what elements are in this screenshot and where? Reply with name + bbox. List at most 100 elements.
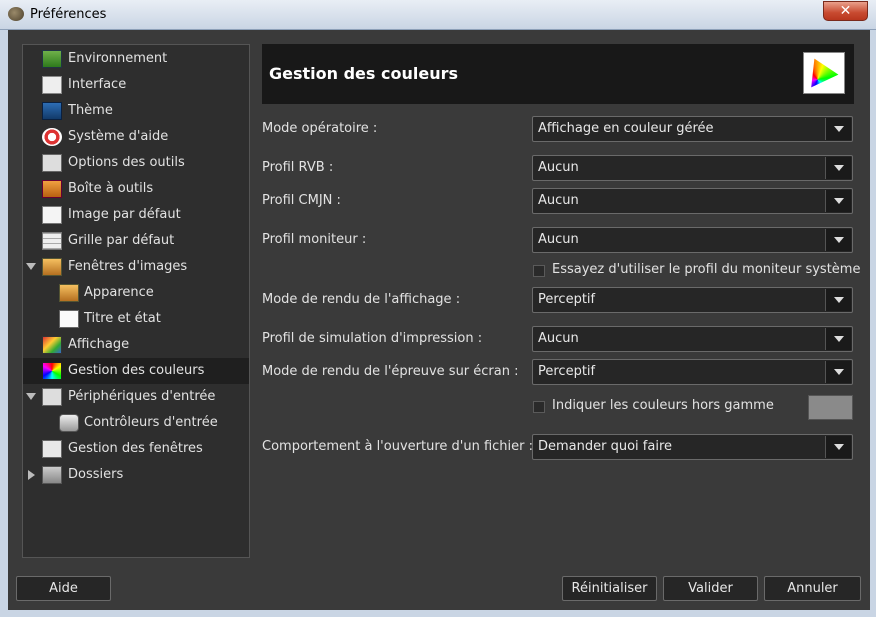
rgb-profile-label: Profil RVB : xyxy=(262,160,334,175)
mode-combo[interactable]: Affichage en couleur gérée xyxy=(532,116,853,142)
file-open-behaviour-dropdown-button[interactable] xyxy=(825,436,851,458)
display-render-label: Mode de rendu de l'affichage : xyxy=(262,292,461,307)
toolbox-icon xyxy=(42,180,62,198)
out-of-gamut-checkbox[interactable] xyxy=(533,401,545,413)
page-title: Gestion des couleurs xyxy=(269,64,458,83)
sidebar-item-theme[interactable]: Thème xyxy=(23,98,249,124)
sidebar-item-label: Affichage xyxy=(68,337,130,352)
sidebar-item-label: Gestion des couleurs xyxy=(68,363,205,378)
sidebar-item-label: Thème xyxy=(68,103,113,118)
input-controllers-icon xyxy=(59,414,79,432)
expander-open-icon[interactable] xyxy=(26,263,36,270)
rgb-profile-combo[interactable]: Aucun xyxy=(532,155,853,181)
display-render-combo[interactable]: Perceptif xyxy=(532,287,853,313)
system-monitor-profile-checkbox[interactable] xyxy=(533,265,545,277)
chevron-down-icon xyxy=(834,297,844,303)
chevron-down-icon xyxy=(834,126,844,132)
gimp-app-icon xyxy=(8,7,24,21)
softproof-render-dropdown-button[interactable] xyxy=(825,361,851,383)
print-simulation-combo[interactable]: Aucun xyxy=(532,326,853,352)
monitor-profile-label: Profil moniteur : xyxy=(262,232,367,247)
folders-icon xyxy=(42,466,62,484)
chevron-down-icon xyxy=(834,444,844,450)
out-of-gamut-label: Indiquer les couleurs hors gamme xyxy=(552,398,774,413)
expander-closed-icon[interactable] xyxy=(28,470,35,480)
sidebar-item-color-management[interactable]: Gestion des couleurs xyxy=(23,358,249,384)
appearance-icon xyxy=(59,284,79,302)
sidebar-item-interface[interactable]: Interface xyxy=(23,72,249,98)
cmyk-profile-dropdown-button[interactable] xyxy=(825,190,851,212)
title-status-icon xyxy=(59,310,79,328)
sidebar-item-folders[interactable]: Dossiers xyxy=(23,462,249,488)
default-grid-icon xyxy=(42,232,62,250)
sidebar-item-window-management[interactable]: Gestion des fenêtres xyxy=(23,436,249,462)
title-bar: Préférences ✕ xyxy=(0,0,876,30)
chevron-down-icon xyxy=(834,369,844,375)
file-open-behaviour-combo[interactable]: Demander quoi faire xyxy=(532,434,853,460)
default-image-icon xyxy=(42,206,62,224)
input-devices-icon xyxy=(42,388,62,406)
print-simulation-dropdown-button[interactable] xyxy=(825,328,851,350)
rgb-profile-value: Aucun xyxy=(538,160,579,175)
chevron-down-icon xyxy=(834,237,844,243)
ok-button[interactable]: Valider xyxy=(663,576,758,601)
sidebar-item-default-image[interactable]: Image par défaut xyxy=(23,202,249,228)
sidebar-item-label: Gestion des fenêtres xyxy=(68,441,203,456)
cmyk-profile-value: Aucun xyxy=(538,193,579,208)
window-title: Préférences xyxy=(30,7,107,22)
sidebar-item-environnement[interactable]: Environnement xyxy=(23,46,249,72)
sidebar-item-display[interactable]: Affichage xyxy=(23,332,249,358)
sidebar-item-input-controllers[interactable]: Contrôleurs d'entrée xyxy=(23,410,249,436)
softproof-render-label: Mode de rendu de l'épreuve sur écran : xyxy=(262,364,519,379)
sidebar-item-label: Options des outils xyxy=(68,155,185,170)
color-gamut-shape xyxy=(811,58,839,88)
sidebar-item-label: Environnement xyxy=(68,51,168,66)
environment-icon xyxy=(42,50,62,68)
sidebar-item-label: Grille par défaut xyxy=(68,233,175,248)
print-simulation-value: Aucun xyxy=(538,331,579,346)
sidebar-item-default-grid[interactable]: Grille par défaut xyxy=(23,228,249,254)
close-button[interactable]: ✕ xyxy=(823,1,868,21)
sidebar-item-label: Dossiers xyxy=(68,467,124,482)
reset-button[interactable]: Réinitialiser xyxy=(562,576,657,601)
monitor-profile-combo[interactable]: Aucun xyxy=(532,227,853,253)
monitor-profile-dropdown-button[interactable] xyxy=(825,229,851,251)
sidebar-item-image-windows[interactable]: Fenêtres d'images xyxy=(23,254,249,280)
sidebar-item-label: Image par défaut xyxy=(68,207,181,222)
cancel-button[interactable]: Annuler xyxy=(764,576,861,601)
display-render-value: Perceptif xyxy=(538,292,596,307)
window-frame-left xyxy=(0,30,8,617)
color-management-icon xyxy=(42,362,62,380)
sidebar-item-appearance[interactable]: Apparence xyxy=(23,280,249,306)
softproof-render-combo[interactable]: Perceptif xyxy=(532,359,853,385)
sidebar-item-help-system[interactable]: Système d'aide xyxy=(23,124,249,150)
sidebar-item-title-status[interactable]: Titre et état xyxy=(23,306,249,332)
window-frame-bottom xyxy=(0,610,876,617)
expander-open-icon[interactable] xyxy=(26,393,36,400)
sidebar-item-input-devices[interactable]: Périphériques d'entrée xyxy=(23,384,249,410)
window-management-icon xyxy=(42,440,62,458)
sidebar-item-label: Boîte à outils xyxy=(68,181,154,196)
interface-icon xyxy=(42,76,62,94)
help-button[interactable]: Aide xyxy=(16,576,111,601)
sidebar-item-tool-options[interactable]: Options des outils xyxy=(23,150,249,176)
sidebar-item-toolbox[interactable]: Boîte à outils xyxy=(23,176,249,202)
mode-dropdown-button[interactable] xyxy=(825,118,851,140)
softproof-render-value: Perceptif xyxy=(538,364,596,379)
out-of-gamut-color-button[interactable] xyxy=(808,395,853,420)
page-header: Gestion des couleurs xyxy=(262,44,854,104)
sidebar-item-label: Interface xyxy=(68,77,127,92)
image-windows-icon xyxy=(42,258,62,276)
display-render-dropdown-button[interactable] xyxy=(825,289,851,311)
chevron-down-icon xyxy=(834,336,844,342)
cmyk-profile-label: Profil CMJN : xyxy=(262,193,341,208)
mode-label: Mode opératoire : xyxy=(262,121,378,136)
preferences-category-tree: Environnement Interface Thème Système d'… xyxy=(22,44,250,558)
help-system-icon xyxy=(42,128,62,146)
file-open-behaviour-value: Demander quoi faire xyxy=(538,439,673,454)
rgb-profile-dropdown-button[interactable] xyxy=(825,157,851,179)
cmyk-profile-combo[interactable]: Aucun xyxy=(532,188,853,214)
mode-value: Affichage en couleur gérée xyxy=(538,121,714,136)
color-gamut-icon xyxy=(803,52,845,94)
sidebar-item-label: Apparence xyxy=(84,285,154,300)
